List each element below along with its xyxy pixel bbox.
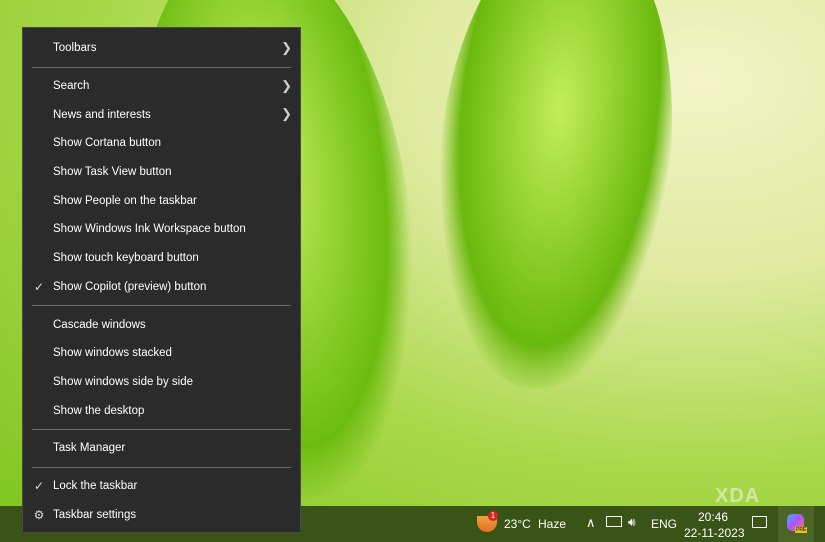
menu-label: Show windows stacked — [53, 347, 172, 360]
menu-item-task-manager[interactable]: Task Manager — [23, 434, 300, 463]
notification-icon[interactable] — [752, 516, 767, 528]
menu-item-ink-workspace[interactable]: Show Windows Ink Workspace button — [23, 215, 300, 244]
menu-label: Show Windows Ink Workspace button — [53, 223, 246, 236]
menu-label: Lock the taskbar — [53, 479, 138, 492]
chevron-right-icon: ❯ — [281, 106, 292, 122]
menu-label: Task Manager — [53, 442, 126, 455]
checkmark-icon: ✓ — [33, 279, 45, 294]
clock-date[interactable]: 22-11-2023 — [684, 526, 745, 540]
gear-icon: ⚙ — [33, 507, 45, 522]
menu-item-search[interactable]: Search ❯ — [23, 72, 300, 101]
network-icon[interactable] — [606, 516, 622, 527]
menu-label: Toolbars — [53, 42, 97, 55]
language-indicator[interactable]: ENG — [651, 517, 677, 531]
menu-label: Show the desktop — [53, 404, 145, 417]
chevron-right-icon: ❯ — [281, 40, 292, 55]
menu-label: Show windows side by side — [53, 375, 193, 388]
weather-badge: 1 — [488, 511, 498, 521]
menu-label: News and interests — [53, 108, 151, 121]
weather-condition: Haze — [538, 517, 567, 531]
menu-item-cortana[interactable]: Show Cortana button — [23, 129, 300, 158]
menu-item-touch-keyboard[interactable]: Show touch keyboard button — [23, 244, 300, 273]
xda-watermark: XDA — [715, 485, 761, 507]
volume-icon[interactable]: 🔊︎ — [628, 515, 636, 530]
menu-label: Taskbar settings — [53, 508, 137, 521]
menu-item-people[interactable]: Show People on the taskbar — [23, 186, 300, 215]
copilot-preview-badge: PRE — [795, 527, 808, 533]
menu-item-task-view[interactable]: Show Task View button — [23, 158, 300, 187]
menu-item-news[interactable]: News and interests ❯ — [23, 100, 300, 129]
menu-item-cascade[interactable]: Cascade windows — [23, 310, 300, 339]
menu-item-copilot[interactable]: ✓ Show Copilot (preview) button — [23, 273, 300, 302]
clock-time[interactable]: 20:46 — [698, 510, 728, 524]
menu-label: Show touch keyboard button — [53, 252, 199, 265]
menu-label: Show Task View button — [53, 166, 172, 179]
separator — [32, 466, 291, 468]
separator — [32, 66, 291, 68]
separator — [32, 305, 291, 307]
copilot-button[interactable]: PRE — [778, 506, 814, 542]
weather-widget[interactable]: 1 23°C Haze — [474, 506, 574, 542]
leaf-right — [416, 0, 694, 401]
menu-item-lock-taskbar[interactable]: ✓ Lock the taskbar — [23, 472, 300, 501]
menu-item-toolbars[interactable]: Toolbars ❯ — [23, 34, 300, 63]
menu-item-taskbar-settings[interactable]: ⚙ Taskbar settings — [23, 500, 300, 529]
separator — [32, 428, 291, 430]
chevron-up-icon[interactable]: ∧ — [586, 515, 596, 531]
menu-item-show-desktop[interactable]: Show the desktop — [23, 396, 300, 425]
menu-label: Show Cortana button — [53, 137, 162, 150]
chevron-right-icon: ❯ — [281, 77, 292, 93]
menu-label: Search — [53, 80, 90, 93]
menu-label: Show People on the taskbar — [53, 194, 197, 207]
taskbar-context-menu: Toolbars ❯ Search ❯ News and interests ❯ Sh… — [22, 27, 301, 533]
menu-item-side-by-side[interactable]: Show windows side by side — [23, 368, 300, 397]
menu-label: Cascade windows — [53, 318, 146, 331]
checkmark-icon: ✓ — [33, 478, 45, 493]
menu-label: Show Copilot (preview) button — [53, 280, 207, 293]
temperature: 23°C — [504, 517, 531, 531]
menu-item-stacked[interactable]: Show windows stacked — [23, 339, 300, 368]
